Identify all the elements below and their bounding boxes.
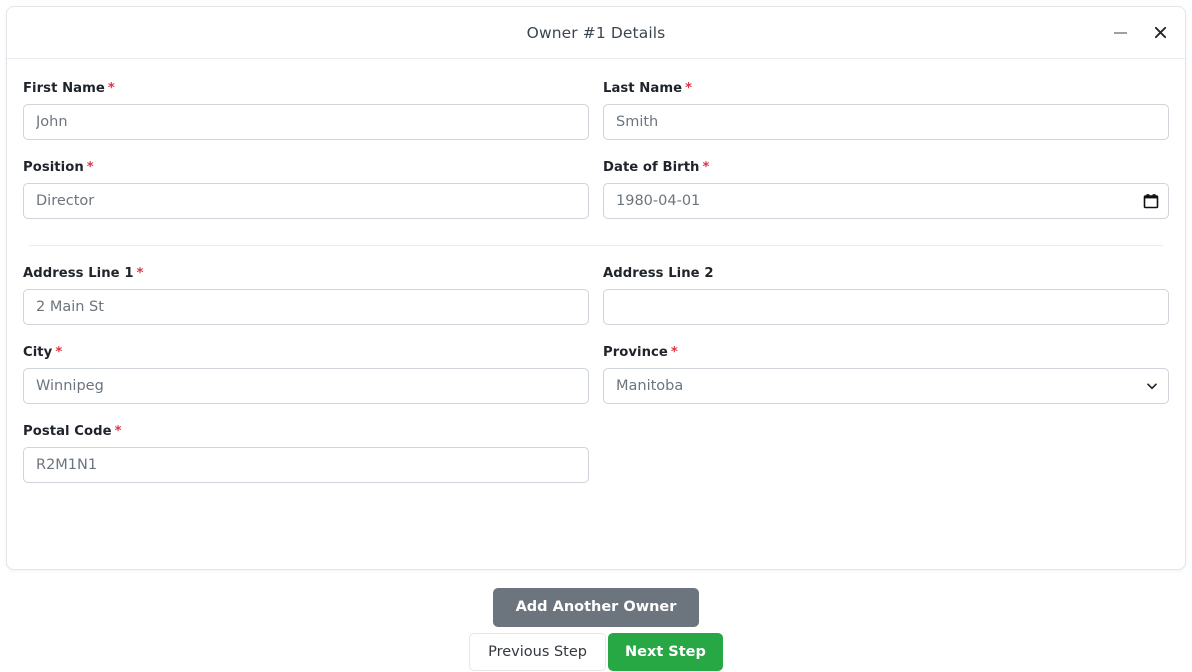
form-row: City* Province* [23, 345, 1169, 420]
address-line-2-label: Address Line 2 [603, 266, 1169, 281]
postal-code-label: Postal Code * [23, 424, 589, 439]
first-name-label: First Name * [23, 81, 589, 96]
position-label-text: Position [23, 160, 84, 175]
postal-code-input[interactable] [23, 447, 589, 483]
field-date-of-birth: Date of Birth * [603, 160, 1169, 219]
first-name-label-text: First Name [23, 81, 105, 96]
footer-actions: Add Another Owner Previous Step Next Ste… [0, 588, 1192, 671]
field-city: City * [23, 345, 589, 404]
date-of-birth-input[interactable] [603, 183, 1169, 219]
province-select[interactable] [603, 368, 1169, 404]
form-col-right: Province * [603, 345, 1169, 420]
field-position: Position * [23, 160, 589, 219]
form-row: First Name* Last Name* [23, 81, 1169, 156]
city-input[interactable] [23, 368, 589, 404]
field-last-name: Last Name * [603, 81, 1169, 140]
form-col-right: Address Line 2 [603, 266, 1169, 341]
modal-body: First Name* Last Name* Position* [7, 59, 1185, 499]
position-label: Position * [23, 160, 589, 175]
postal-code-label-text: Postal Code [23, 424, 112, 439]
date-of-birth-label: Date of Birth * [603, 160, 1169, 175]
field-first-name: First Name * [23, 81, 589, 140]
minimize-button[interactable] [1109, 22, 1131, 44]
step-navigation: Previous Step Next Step [469, 632, 723, 671]
form-col-left: Address Line 1 * [23, 266, 589, 341]
city-label: City * [23, 345, 589, 360]
required-marker: * [670, 345, 678, 360]
required-marker: * [107, 81, 115, 96]
address-line-2-label-text: Address Line 2 [603, 266, 714, 281]
next-step-button[interactable]: Next Step [608, 632, 723, 671]
date-of-birth-control [603, 183, 1169, 219]
last-name-input[interactable] [603, 104, 1169, 140]
address-line-1-input[interactable] [23, 289, 589, 325]
address-line-2-input[interactable] [603, 289, 1169, 325]
form-col-left: City * [23, 345, 589, 420]
modal-header: Owner #1 Details [7, 7, 1185, 59]
form-col-left: First Name * [23, 81, 589, 156]
required-marker: * [702, 160, 710, 175]
city-label-text: City [23, 345, 53, 360]
form-row: Position* Date of Birth* [23, 160, 1169, 235]
required-marker: * [114, 424, 122, 439]
field-address-line-1: Address Line 1 * [23, 266, 589, 325]
previous-step-button[interactable]: Previous Step [469, 632, 606, 671]
form-row: Postal Code * [23, 424, 1169, 499]
form-col-right-empty [603, 424, 1169, 499]
field-address-line-2: Address Line 2 [603, 266, 1169, 325]
add-another-owner-button[interactable]: Add Another Owner [492, 588, 700, 627]
form-col-left: Position * [23, 160, 589, 235]
date-of-birth-label-text: Date of Birth [603, 160, 700, 175]
owner-details-modal: Owner #1 Details First Name * John Last … [6, 6, 1186, 570]
close-button[interactable] [1149, 22, 1171, 44]
form-col-left: Postal Code * [23, 424, 589, 499]
address-line-1-label-text: Address Line 1 [23, 266, 134, 281]
form-col-right: Date of Birth * [603, 160, 1169, 235]
province-label-text: Province [603, 345, 668, 360]
province-control [603, 368, 1169, 404]
province-label: Province * [603, 345, 1169, 360]
position-input[interactable] [23, 183, 589, 219]
required-marker: * [685, 81, 693, 96]
last-name-label-text: Last Name [603, 81, 683, 96]
field-province: Province * [603, 345, 1169, 404]
last-name-label: Last Name * [603, 81, 1169, 96]
address-line-1-label: Address Line 1 * [23, 266, 589, 281]
form-row: Address Line 1* Address Line 2 [23, 266, 1169, 341]
required-marker: * [86, 160, 94, 175]
window-controls [1109, 7, 1171, 58]
minimize-icon [1113, 31, 1127, 34]
field-postal-code: Postal Code * [23, 424, 589, 483]
required-marker: * [136, 266, 144, 281]
required-marker: * [55, 345, 63, 360]
form-col-right: Last Name * [603, 81, 1169, 156]
section-divider [29, 245, 1163, 246]
page-title: Owner #1 Details [526, 23, 666, 42]
close-icon [1154, 26, 1166, 39]
first-name-input[interactable] [23, 104, 589, 140]
